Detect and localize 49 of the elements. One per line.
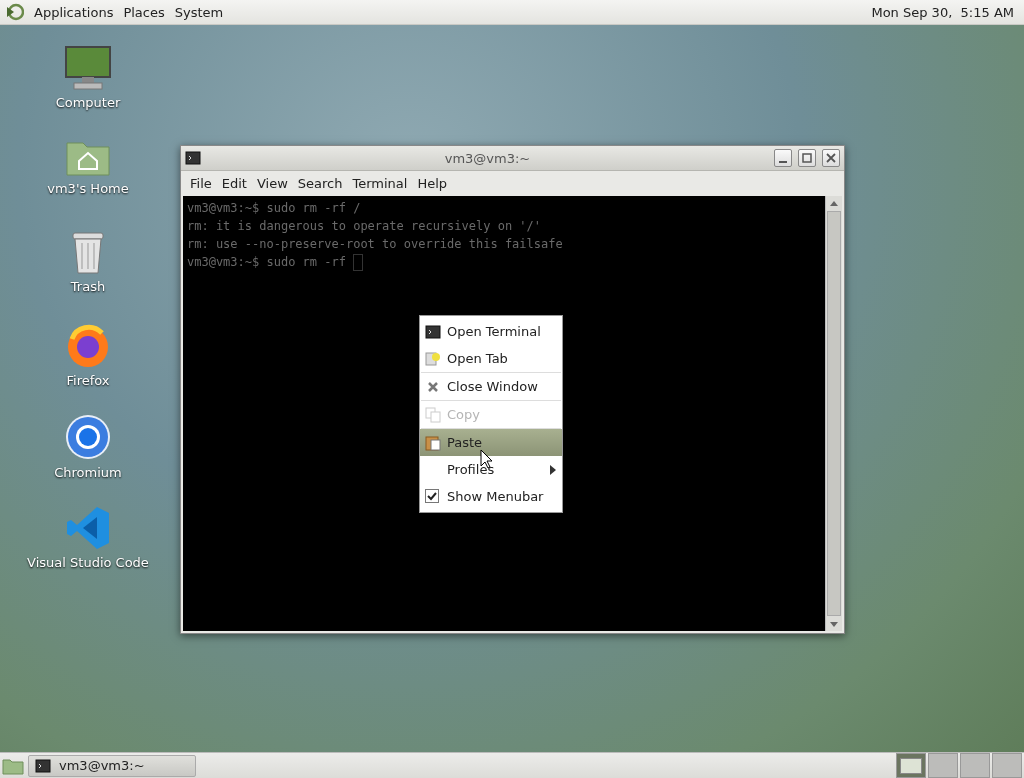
terminal-icon (185, 150, 201, 166)
workspace-button[interactable] (896, 753, 926, 778)
menu-item[interactable]: View (251, 176, 293, 191)
context-menu-item[interactable]: Show Menubar (420, 483, 562, 510)
checkbox[interactable] (425, 488, 439, 503)
round-browser-icon (64, 413, 112, 461)
close-button[interactable] (822, 149, 840, 167)
text-cursor (353, 254, 364, 271)
clock[interactable]: Mon Sep 30, 5:15 AM (871, 4, 1018, 20)
terminal-line: vm3@vm3:~$ sudo rm -rf / (187, 201, 361, 215)
terminal-icon (35, 757, 51, 774)
context-menu-item[interactable]: Paste (420, 429, 562, 456)
up-arrow-icon[interactable] (830, 200, 838, 206)
context-menu-item[interactable]: Open Terminal (420, 318, 562, 345)
desktop-icon-label[interactable]: Visual Studio Code (27, 555, 149, 570)
down-arrow-icon[interactable] (830, 621, 838, 627)
terminal-line: vm3@vm3:~$ sudo rm -rf (187, 255, 347, 269)
logo-icon (6, 3, 24, 21)
minimize-button[interactable] (774, 149, 792, 167)
submenu-arrow-icon (550, 464, 556, 475)
terminal-line: rm: it is dangerous to operate recursively on '/' (187, 219, 541, 233)
menu-item[interactable]: File (185, 176, 217, 191)
tab-icon (425, 350, 441, 367)
context-menu-item[interactable]: Profiles (420, 456, 562, 483)
menu-item[interactable]: Search (292, 176, 348, 191)
terminal-icon (425, 323, 441, 340)
panel-menu[interactable]: Applications (34, 4, 114, 20)
close-icon (826, 153, 836, 163)
maximize-icon (802, 153, 812, 163)
minimize-icon (779, 160, 787, 163)
desktop-icon-label[interactable]: Firefox (66, 373, 110, 388)
code-editor-icon (65, 505, 111, 551)
scrollbar[interactable] (825, 196, 842, 631)
folder-icon[interactable] (2, 756, 24, 775)
monitor-icon (64, 45, 112, 91)
copy-icon (425, 406, 441, 423)
panel-menu[interactable]: System (174, 4, 224, 20)
menu-item[interactable]: Edit (216, 176, 252, 191)
window-title: vm3@vm3:~ (443, 150, 532, 166)
menu-item[interactable]: Terminal (347, 176, 413, 191)
clipboard-icon (425, 434, 441, 451)
panel-menu[interactable]: Places (123, 4, 165, 20)
context-menu-item[interactable]: Close Window (420, 373, 562, 400)
desktop-icon-label[interactable]: Chromium (54, 465, 122, 480)
taskbar-window-button[interactable]: vm3@vm3:~ (28, 754, 196, 777)
menu-item[interactable]: Help (412, 176, 453, 191)
terminal-line: rm: use --no-preserve-root to override this failsafe (187, 237, 563, 251)
context-menu-item[interactable]: Open Tab (420, 345, 562, 372)
maximize-button[interactable] (798, 149, 816, 167)
